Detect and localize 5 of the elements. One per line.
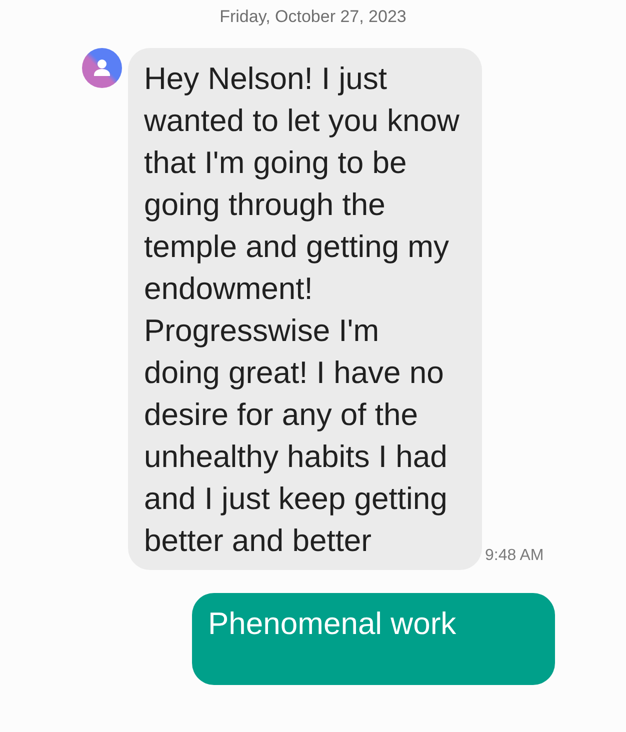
date-header: Friday, October 27, 2023 (218, 6, 408, 28)
avatar-icon (82, 48, 122, 88)
timestamp: 9:48 AM (485, 546, 544, 566)
message-bubble: Hey Nelson! I just wanted to let you know that I'm going to be going through the temple and getting my endowment! Progresswise I'm doing great! I have no desire for any of the unhealthy habits I had and I just keep getting better and better (128, 48, 482, 570)
message-bubble: Phenomenal work (192, 593, 555, 685)
